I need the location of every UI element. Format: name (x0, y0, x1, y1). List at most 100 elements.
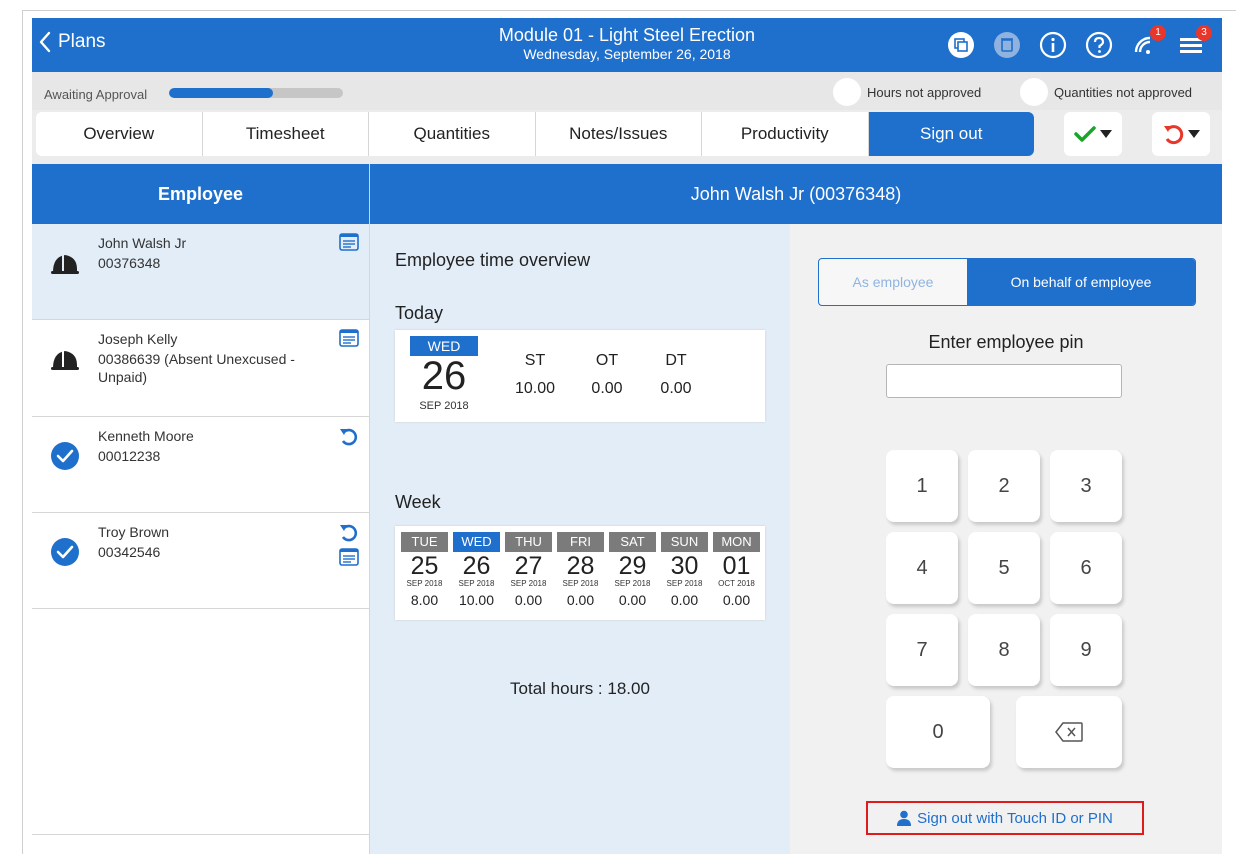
today-label: Today (395, 303, 444, 323)
week-day-thu[interactable]: THU 27 SEP 2018 0.00 (505, 532, 552, 608)
top-nav-bar: Plans Module 01 - Light Steel Erection W… (32, 18, 1222, 72)
signal-badge: 1 (1150, 25, 1166, 41)
list-bottom-divider (32, 834, 369, 835)
tab-overview[interactable]: Overview (36, 112, 203, 156)
backspace-icon (1055, 722, 1083, 742)
hardhat-icon (51, 255, 79, 274)
info-button[interactable] (1036, 28, 1070, 62)
undo-dropdown[interactable] (1152, 112, 1210, 156)
chevron-down-icon (1100, 130, 1112, 138)
week-day-of-week: TUE (401, 532, 448, 552)
keypad-key-3[interactable]: 3 (1050, 450, 1122, 522)
ot-label: OT (595, 352, 619, 369)
notes-icon[interactable] (339, 232, 359, 252)
keypad-key-9[interactable]: 9 (1050, 614, 1122, 686)
checkmark-icon (1074, 126, 1096, 142)
back-button[interactable]: Plans (38, 31, 106, 53)
week-day-of-week: SAT (609, 532, 656, 552)
approve-dropdown[interactable] (1064, 112, 1122, 156)
as-employee-option[interactable]: As employee (819, 259, 967, 305)
chevron-down-icon (1188, 130, 1200, 138)
tab-notes-issues[interactable]: Notes/Issues (536, 112, 702, 156)
employee-name: Joseph Kelly (98, 331, 178, 347)
week-day-month: SEP 2018 (458, 579, 495, 588)
delete-button[interactable] (990, 28, 1024, 62)
pin-input[interactable] (886, 364, 1122, 398)
keypad-key-6[interactable]: 6 (1050, 532, 1122, 604)
user-icon (897, 810, 912, 826)
keypad-key-8[interactable]: 8 (968, 614, 1040, 686)
frame-border-top (22, 10, 1236, 11)
week-day-number: 26 (462, 552, 491, 580)
week-day-sun[interactable]: SUN 30 SEP 2018 0.00 (661, 532, 708, 608)
employee-name: John Walsh Jr (98, 235, 187, 251)
keypad-key-0[interactable]: 0 (886, 696, 990, 768)
hours-not-approved-legend: Hours not approved (833, 78, 981, 106)
help-icon (1085, 31, 1113, 59)
today-day-number: 26 (421, 354, 467, 398)
undo-icon[interactable] (339, 523, 359, 543)
keypad-key-5[interactable]: 5 (968, 532, 1040, 604)
time-overview-panel: Employee time overview Today WED 26 SEP … (370, 224, 790, 854)
tab-list: Overview Timesheet Quantities Notes/Issu… (36, 112, 1034, 156)
total-hours: Total hours : 18.00 (370, 679, 790, 699)
employee-row-kenneth-moore[interactable]: Kenneth Moore 00012238 (32, 417, 369, 513)
week-day-number: 25 (410, 552, 439, 580)
total-hours-value: 18.00 (607, 679, 650, 698)
pin-label: Enter employee pin (928, 332, 1084, 352)
week-day-month: OCT 2018 (718, 579, 755, 588)
employee-row-troy-brown[interactable]: Troy Brown 00342546 (32, 513, 369, 609)
week-day-month: SEP 2018 (562, 579, 599, 588)
quantities-legend-dot (1020, 78, 1048, 106)
tab-timesheet[interactable]: Timesheet (203, 112, 369, 156)
employee-list-panel: Employee John Walsh Jr 00376348 Joseph K… (32, 164, 370, 854)
menu-button[interactable]: 3 (1174, 25, 1212, 62)
week-day-hours: 8.00 (410, 592, 439, 608)
tab-sign-out[interactable]: Sign out (868, 112, 1034, 156)
week-day-number: 29 (618, 552, 647, 580)
hardhat-icon (51, 351, 79, 370)
week-day-month: SEP 2018 (510, 579, 547, 588)
dt-value: 0.00 (660, 380, 692, 397)
week-day-wed[interactable]: WED 26 SEP 2018 10.00 (453, 532, 500, 608)
notes-icon[interactable] (339, 328, 359, 348)
week-day-mon[interactable]: MON 01 OCT 2018 0.00 (713, 532, 760, 608)
sign-out-panel: As employee On behalf of employee Enter … (790, 224, 1222, 854)
ot-value: 0.00 (591, 380, 623, 397)
employee-row-john-walsh-jr[interactable]: John Walsh Jr 00376348 (32, 224, 369, 320)
keypad-key-2[interactable]: 2 (968, 450, 1040, 522)
keypad-key-4[interactable]: 4 (886, 532, 958, 604)
tab-productivity[interactable]: Productivity (702, 112, 869, 156)
week-day-of-week: WED (453, 532, 500, 552)
hours-legend-label: Hours not approved (867, 84, 982, 100)
keypad-backspace[interactable] (1016, 696, 1122, 768)
touch-id-signout-button[interactable]: Sign out with Touch ID or PIN (866, 801, 1144, 835)
tab-quantities[interactable]: Quantities (369, 112, 536, 156)
notes-icon[interactable] (339, 547, 359, 567)
signal-button[interactable]: 1 (1128, 25, 1166, 62)
week-day-hours: 0.00 (566, 592, 595, 608)
undo-icon[interactable] (339, 427, 359, 447)
selected-employee-header: John Walsh Jr (00376348) (370, 164, 1222, 224)
menu-badge: 3 (1196, 25, 1212, 41)
week-day-fri[interactable]: FRI 28 SEP 2018 0.00 (557, 532, 604, 608)
employee-name: Troy Brown (98, 524, 170, 540)
keypad-key-7[interactable]: 7 (886, 614, 958, 686)
employee-detail-area: John Walsh Jr (00376348) Employee time o… (370, 164, 1222, 854)
week-day-sat[interactable]: SAT 29 SEP 2018 0.00 (609, 532, 656, 608)
quantities-not-approved-legend: Quantities not approved (1020, 78, 1192, 106)
tab-bar: Overview Timesheet Quantities Notes/Issu… (32, 110, 1222, 164)
week-day-hours: 10.00 (458, 592, 495, 608)
check-circle-icon (51, 538, 79, 566)
week-day-tue[interactable]: TUE 25 SEP 2018 8.00 (401, 532, 448, 608)
copy-button[interactable] (944, 28, 978, 62)
on-behalf-option[interactable]: On behalf of employee (967, 259, 1195, 305)
signout-mode-toggle: As employee On behalf of employee (818, 258, 1196, 306)
quantities-legend-label: Quantities not approved (1054, 84, 1193, 100)
today-day-of-week: WED (410, 336, 478, 356)
keypad-key-1[interactable]: 1 (886, 450, 958, 522)
employee-id: 00342546 (98, 544, 161, 560)
help-button[interactable] (1082, 28, 1116, 62)
employee-row-joseph-kelly[interactable]: Joseph Kelly 00386639 (Absent Unexcused … (32, 320, 369, 417)
approval-progress-bar (169, 88, 343, 98)
